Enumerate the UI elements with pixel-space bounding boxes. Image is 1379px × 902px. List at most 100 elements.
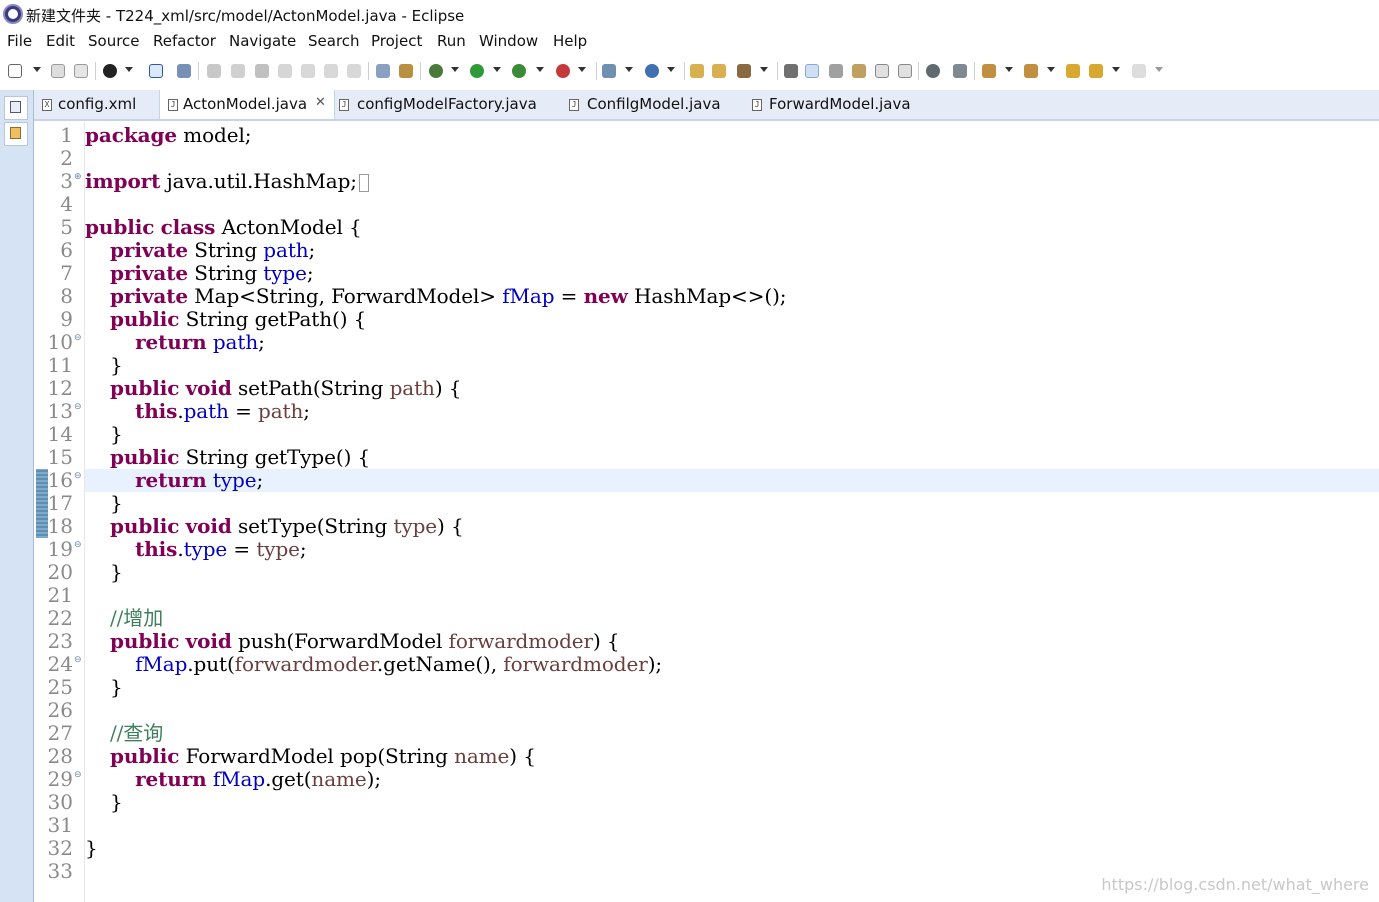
- fold-expand-icon[interactable]: ⊕: [74, 166, 82, 189]
- tab-actonmodel-java[interactable]: J ActonModel.java ✕: [159, 90, 335, 119]
- code-line[interactable]: public void setType(String type) {: [85, 515, 464, 538]
- code-line[interactable]: public void push(ForwardModel forwardmod…: [85, 630, 620, 653]
- coverage-icon[interactable]: [512, 64, 526, 78]
- java-editor[interactable]: 1 2 3 ⊕ 4 5 6 7 8 9 10 ⊖ 11 12 13 ⊖ 14 15 16 ⊖ 17 18 19 ⊖ 20 21 22…: [36, 122, 1379, 902]
- new-class-dropdown-icon[interactable]: [667, 67, 675, 72]
- code-line[interactable]: public String getPath() {: [85, 308, 366, 331]
- pin-editor-icon[interactable]: [953, 64, 967, 78]
- menu-source[interactable]: Source: [88, 32, 140, 50]
- disconnect-icon[interactable]: [278, 64, 292, 78]
- tab-confilgmodel-java[interactable]: J ConfilgModel.java: [559, 90, 742, 119]
- menu-project[interactable]: Project: [371, 32, 422, 50]
- code-line[interactable]: package model;: [85, 124, 251, 147]
- show-paragraph-icon[interactable]: [898, 64, 912, 78]
- run-icon[interactable]: [470, 64, 484, 78]
- code-line[interactable]: private String path;: [85, 239, 315, 262]
- fold-collapse-icon[interactable]: ⊖: [74, 396, 82, 419]
- code-line[interactable]: this.path = path;: [85, 400, 310, 423]
- code-line[interactable]: this.type = type;: [85, 538, 307, 561]
- new-icon[interactable]: [8, 64, 22, 78]
- menu-help[interactable]: Help: [553, 32, 587, 50]
- terminate-icon[interactable]: [255, 64, 269, 78]
- code-line[interactable]: import java.util.HashMap;: [85, 170, 369, 193]
- code-line[interactable]: public void setPath(String path) {: [85, 377, 462, 400]
- search-icon[interactable]: [737, 64, 751, 78]
- previous-annotation-dropdown-icon[interactable]: [1047, 67, 1055, 72]
- debug-icon[interactable]: [429, 64, 443, 78]
- coverage-dropdown-icon[interactable]: [536, 67, 544, 72]
- new-java-project-dropdown-icon[interactable]: [625, 67, 633, 72]
- code-line[interactable]: //查询: [85, 722, 163, 745]
- back-dropdown-icon[interactable]: [1112, 67, 1120, 72]
- tab-configmodelfactory-java[interactable]: J configModelFactory.java: [333, 90, 559, 119]
- code-line[interactable]: return path;: [85, 331, 265, 354]
- code-line[interactable]: }: [85, 837, 98, 860]
- back-icon[interactable]: [1089, 64, 1103, 78]
- code-line[interactable]: fMap.put(forwardmoder.getName(), forward…: [85, 653, 662, 676]
- code-line[interactable]: }: [85, 561, 123, 584]
- profile-icon[interactable]: [103, 64, 117, 78]
- save-icon[interactable]: [51, 64, 65, 78]
- last-edit-location-icon[interactable]: [1066, 64, 1080, 78]
- external-tools-dropdown-icon[interactable]: [578, 67, 586, 72]
- fold-collapse-icon[interactable]: ⊖: [74, 764, 82, 787]
- toggle-breadcrumb-icon[interactable]: [829, 64, 843, 78]
- code-line[interactable]: private Map<String, ForwardModel> fMap =…: [85, 285, 786, 308]
- code-line[interactable]: }: [85, 423, 123, 446]
- suspend-icon[interactable]: [231, 64, 245, 78]
- show-whitespace-icon[interactable]: [875, 64, 889, 78]
- next-annotation-dropdown-icon[interactable]: [1005, 67, 1013, 72]
- menu-edit[interactable]: Edit: [46, 32, 75, 50]
- menu-search[interactable]: Search: [308, 32, 360, 50]
- tab-config-xml[interactable]: X config.xml: [34, 90, 159, 119]
- code-line[interactable]: public class ActonModel {: [85, 216, 362, 239]
- code-line[interactable]: }: [85, 676, 123, 699]
- menu-navigate[interactable]: Navigate: [229, 32, 296, 50]
- restore-icon[interactable]: [4, 96, 28, 120]
- fold-collapse-icon[interactable]: ⊖: [74, 534, 82, 557]
- menu-refactor[interactable]: Refactor: [153, 32, 216, 50]
- package-explorer-icon[interactable]: [4, 122, 28, 146]
- profile-dropdown-icon[interactable]: [125, 67, 133, 72]
- menu-window[interactable]: Window: [479, 32, 538, 50]
- forward-dropdown-icon[interactable]: [1155, 67, 1163, 72]
- forward-icon[interactable]: [1132, 64, 1146, 78]
- run-dropdown-icon[interactable]: [493, 67, 501, 72]
- new-class-icon[interactable]: [645, 64, 659, 78]
- skip-breakpoints-icon[interactable]: [177, 64, 191, 78]
- previous-annotation-icon[interactable]: [1024, 64, 1038, 78]
- close-icon[interactable]: ✕: [315, 95, 326, 110]
- code-line[interactable]: return type;: [85, 469, 263, 492]
- code-line[interactable]: public ForwardModel pop(String name) {: [85, 745, 536, 768]
- open-type-icon[interactable]: [690, 64, 704, 78]
- globe-icon[interactable]: [926, 64, 940, 78]
- code-line[interactable]: }: [85, 791, 123, 814]
- search-dropdown-icon[interactable]: [760, 67, 768, 72]
- save-all-icon[interactable]: [74, 64, 88, 78]
- code-line[interactable]: //增加: [85, 607, 163, 630]
- resume-icon[interactable]: [207, 64, 221, 78]
- folded-imports-marker[interactable]: [358, 173, 369, 192]
- use-step-filters-icon[interactable]: [376, 64, 390, 78]
- menu-file[interactable]: File: [7, 32, 32, 50]
- new-java-project-icon[interactable]: [602, 64, 616, 78]
- fold-collapse-icon[interactable]: ⊖: [74, 327, 82, 350]
- terminal-icon[interactable]: [149, 64, 163, 78]
- fold-collapse-icon[interactable]: ⊖: [74, 649, 82, 672]
- toggle-mark-occurrences-icon[interactable]: [805, 64, 819, 78]
- debug-dropdown-icon[interactable]: [451, 67, 459, 72]
- fold-collapse-icon[interactable]: ⊖: [74, 465, 82, 488]
- menu-run[interactable]: Run: [437, 32, 466, 50]
- step-into-icon[interactable]: [301, 64, 315, 78]
- new-dropdown-icon[interactable]: [33, 67, 41, 72]
- toggle-block-selection-icon[interactable]: [852, 64, 866, 78]
- code-line[interactable]: }: [85, 354, 123, 377]
- code-line[interactable]: return fMap.get(name);: [85, 768, 381, 791]
- next-annotation-icon[interactable]: [982, 64, 996, 78]
- code-line[interactable]: }: [85, 492, 123, 515]
- external-tools-icon[interactable]: [556, 64, 570, 78]
- tab-forwardmodel-java[interactable]: J ForwardModel.java: [742, 90, 942, 119]
- code-line[interactable]: public String getType() {: [85, 446, 370, 469]
- open-task-icon[interactable]: [712, 64, 726, 78]
- toggle-annotation-icon[interactable]: [784, 64, 798, 78]
